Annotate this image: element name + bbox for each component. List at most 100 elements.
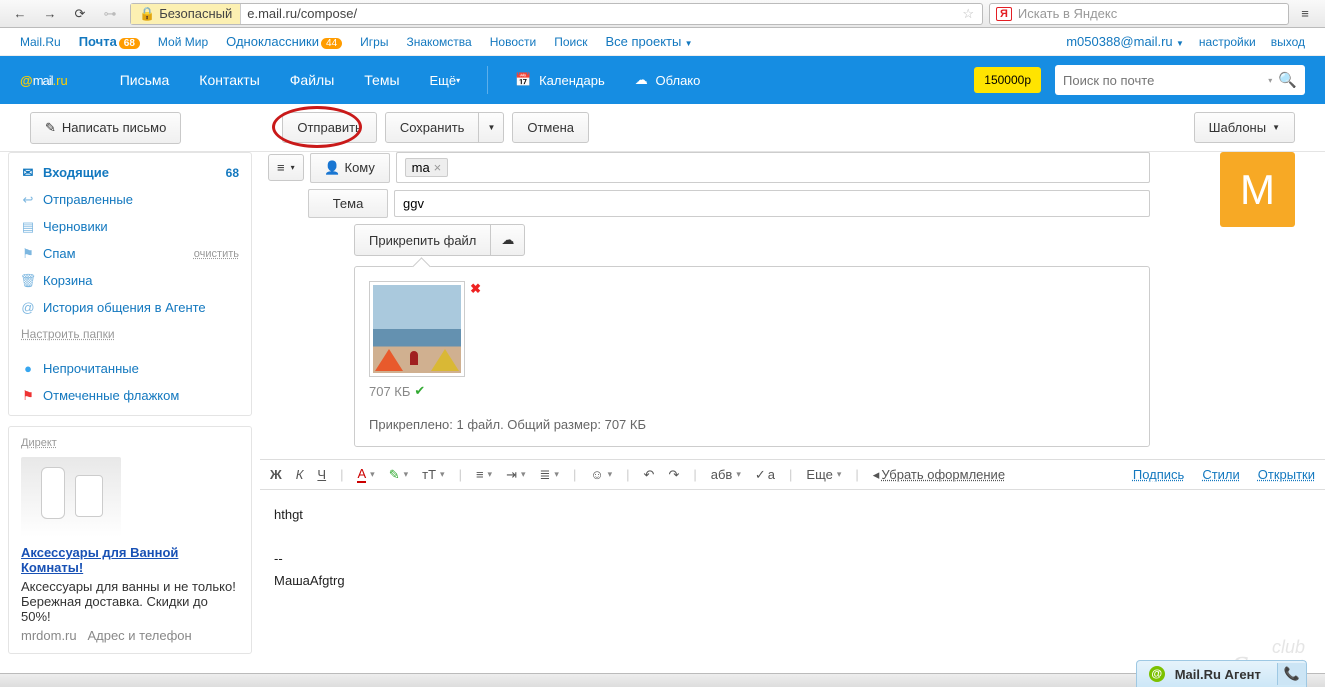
yandex-search[interactable]: Я Искать в Яндекс [989,3,1289,25]
cloud-icon: ☁ [635,72,648,88]
unread-dot-icon: ● [21,362,35,376]
nav-kontakty[interactable]: Контакты [186,56,272,104]
ad-image[interactable] [21,457,121,537]
send-button[interactable]: Отправить [282,112,376,143]
styles-link[interactable]: Стили [1202,467,1239,482]
attachment-summary: Прикреплено: 1 файл. Общий размер: 707 К… [369,417,1135,432]
nav-faily[interactable]: Файлы [277,56,347,104]
chip-remove-icon[interactable]: × [434,160,442,175]
indent-button[interactable]: ⇥ [506,467,525,483]
user-email[interactable]: m050388@mail.ru ▼ [1066,34,1184,49]
status-bar [0,673,1325,687]
font-size-button[interactable]: тТ [422,467,444,482]
key-icon[interactable]: ⊶ [96,3,124,25]
odnok-badge: 44 [321,38,342,49]
link-mailru[interactable]: Mail.Ru [20,35,61,49]
subject-field[interactable]: ggv [394,190,1150,217]
list-button[interactable]: ≣ [540,467,559,483]
ad-link[interactable]: Аксессуары для Ванной Комнаты! [21,545,178,575]
browser-toolbar: ← → ⟳ ⊶ 🔒 Безопасный e.mail.ru/compose/ … [0,0,1325,28]
redo-button[interactable]: ↷ [668,467,679,483]
sidebar-item-drafts[interactable]: ▤Черновики [9,213,251,240]
address-bar[interactable]: 🔒 Безопасный e.mail.ru/compose/ ☆ [130,3,983,25]
cards-link[interactable]: Открытки [1258,467,1315,482]
link-poisk[interactable]: Поиск [554,35,587,49]
save-button-group: Сохранить ▼ [385,112,505,143]
attachment-thumbnail[interactable] [369,281,465,377]
sidebar-item-inbox[interactable]: ✉Входящие68 [9,159,251,186]
emoji-button[interactable]: ☺ [590,467,612,482]
mail-search-input[interactable] [1063,73,1268,88]
trash-icon: 🗑 [21,274,35,288]
compose-content: М ≡ ▾ 👤Кому ma× Тема ggv Прикрепить файл… [260,152,1325,687]
text-color-button[interactable]: А [357,466,374,483]
search-icon[interactable]: 🔍 [1278,71,1297,89]
sent-icon: ↩ [21,193,35,207]
avatar: М [1220,152,1295,227]
bold-button[interactable]: Ж [270,467,282,482]
recipient-chip[interactable]: ma× [405,158,449,177]
sidebar-item-trash[interactable]: 🗑Корзина [9,267,251,294]
underline-button[interactable]: Ч [317,467,326,482]
attach-cloud-button[interactable]: ☁ [491,224,525,256]
link-pochta[interactable]: Почта68 [79,34,140,49]
attachment-delete-icon[interactable]: ✖ [470,281,481,297]
more-tools-button[interactable]: Еще [806,467,841,482]
back-icon[interactable]: ← [6,3,34,25]
sidebar-item-flagged[interactable]: ⚑Отмеченные флажком [9,382,251,409]
align-button[interactable]: ≡ [476,467,492,482]
phone-icon[interactable]: 📞 [1277,663,1306,685]
italic-button[interactable]: К [296,467,304,482]
link-odnoklassniki[interactable]: Одноклассники44 [226,34,342,49]
cancel-button[interactable]: Отмена [512,112,589,143]
menu-icon[interactable]: ≡ [1291,3,1319,25]
nav-oblako[interactable]: ☁ Облако [622,56,714,104]
spam-clear[interactable]: очистить [194,248,239,260]
agent-label: Mail.Ru Агент [1175,667,1261,682]
mailru-logo[interactable]: @mail.ru [20,73,68,88]
ad-text: Аксессуары для ванны и не только! Бережн… [21,579,239,624]
reload-icon[interactable]: ⟳ [66,3,94,25]
secure-badge: 🔒 Безопасный [131,4,241,24]
save-button[interactable]: Сохранить [385,112,480,143]
sidebar-configure[interactable]: Настроить папки [9,321,251,347]
nav-kalendar[interactable]: 📅 Календарь [502,56,618,104]
agent-bar[interactable]: @ Mail.Ru Агент 📞 [1136,660,1307,687]
search-dropdown-icon[interactable]: ▾ [1268,76,1272,85]
signature-link[interactable]: Подпись [1133,467,1184,482]
remove-formatting[interactable]: ◂ Убрать оформление [873,467,1005,483]
sidebar-item-spam[interactable]: ⚑Спамочистить [9,240,251,267]
spellcheck-button[interactable]: ✓а [755,467,775,483]
link-moimir[interactable]: Мой Мир [158,35,208,49]
subject-label: Тема [308,189,388,218]
nav-pisma[interactable]: Письма [107,56,183,104]
mail-search[interactable]: ▾ 🔍 [1055,65,1305,95]
promo-button[interactable]: 150000р [974,67,1041,93]
link-vse-proekty[interactable]: Все проекты ▼ [605,34,692,49]
link-novosti[interactable]: Новости [490,35,536,49]
save-dropdown[interactable]: ▼ [479,112,504,143]
link-znakomstva[interactable]: Знакомства [406,35,471,49]
compose-options-button[interactable]: ≡ ▾ [268,154,304,181]
bookmark-star-icon[interactable]: ☆ [954,6,982,22]
to-label[interactable]: 👤Кому [310,153,390,183]
templates-button[interactable]: Шаблоны ▼ [1194,112,1295,143]
link-exit[interactable]: выход [1271,35,1305,49]
forward-icon[interactable]: → [36,3,64,25]
translit-button[interactable]: абв [711,467,741,482]
link-settings[interactable]: настройки [1199,35,1256,49]
compose-button[interactable]: ✎Написать письмо [30,112,181,144]
editor-body[interactable]: hthgt -- МашаAfgtrg [260,490,1325,606]
to-field[interactable]: ma× [396,152,1150,183]
attachment-size: 707 КБ ✔ [369,383,465,399]
sidebar-item-unread[interactable]: ●Непрочитанные [9,355,251,382]
sidebar-item-sent[interactable]: ↩Отправленные [9,186,251,213]
nav-temy[interactable]: Темы [351,56,412,104]
highlight-button[interactable]: ✎ [389,467,408,483]
nav-eshe[interactable]: Ещё ▾ [417,56,474,104]
sidebar-item-history[interactable]: @История общения в Агенте [9,294,251,321]
attach-file-button[interactable]: Прикрепить файл [354,224,491,256]
attachment-image [373,285,461,373]
undo-button[interactable]: ↶ [644,467,655,483]
link-igry[interactable]: Игры [360,35,388,49]
